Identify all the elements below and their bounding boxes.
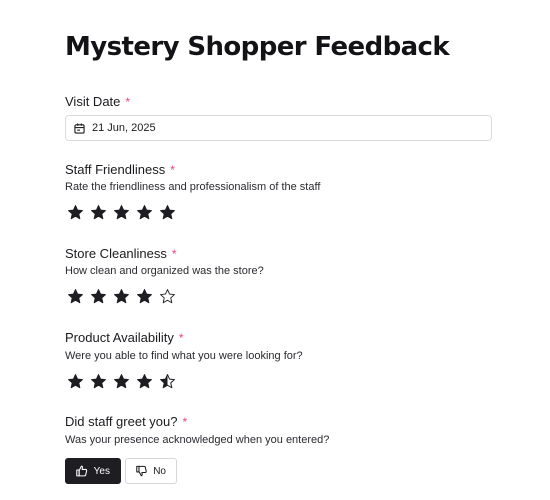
greeting-toggle-group: Yes No [65,458,177,484]
yes-button[interactable]: Yes [65,458,121,484]
star-full-icon[interactable] [159,204,176,221]
required-marker: * [171,247,177,261]
product-availability-description: Were you able to find what you were look… [65,350,303,362]
star-full-icon[interactable] [67,204,84,221]
star-full-icon[interactable] [113,204,130,221]
staff-friendliness-rating [67,204,182,221]
no-button[interactable]: No [125,458,177,484]
star-full-icon[interactable] [67,288,84,305]
greeting-label: Did staff greet you? * [65,414,187,429]
store-cleanliness-description: How clean and organized was the store? [65,265,264,277]
star-full-icon[interactable] [67,373,84,390]
required-marker: * [125,95,131,109]
greeting-label-text: Did staff greet you? [65,414,178,429]
product-availability-label-text: Product Availability [65,330,174,345]
page-title: Mystery Shopper Feedback [65,32,450,62]
calendar-icon [74,122,85,134]
staff-friendliness-description: Rate the friendliness and professionalis… [65,181,321,193]
star-full-icon[interactable] [90,288,107,305]
star-empty-icon[interactable] [159,288,176,305]
star-full-icon[interactable] [113,288,130,305]
visit-date-value: 21 Jun, 2025 [92,122,156,134]
staff-friendliness-label: Staff Friendliness * [65,162,175,177]
store-cleanliness-label-text: Store Cleanliness [65,246,167,261]
store-cleanliness-label: Store Cleanliness * [65,246,177,261]
star-full-icon[interactable] [90,373,107,390]
product-availability-label: Product Availability * [65,330,184,345]
yes-button-label: Yes [93,465,110,477]
required-marker: * [178,331,184,345]
visit-date-field[interactable]: 21 Jun, 2025 [65,115,492,141]
thumbs-up-icon [76,465,88,477]
no-button-label: No [153,465,166,477]
visit-date-label-text: Visit Date [65,94,121,109]
visit-date-label: Visit Date * [65,94,130,109]
star-full-icon[interactable] [90,204,107,221]
product-availability-rating [67,373,182,390]
star-full-icon[interactable] [113,373,130,390]
star-full-icon[interactable] [136,204,153,221]
star-full-icon[interactable] [136,373,153,390]
greeting-description: Was your presence acknowledged when you … [65,434,330,446]
required-marker: * [170,163,175,177]
store-cleanliness-rating [67,288,182,305]
required-marker: * [182,415,188,429]
thumbs-down-icon [136,465,147,477]
star-full-icon[interactable] [136,288,153,305]
staff-friendliness-label-text: Staff Friendliness [65,162,166,177]
star-half-icon[interactable] [159,373,176,390]
